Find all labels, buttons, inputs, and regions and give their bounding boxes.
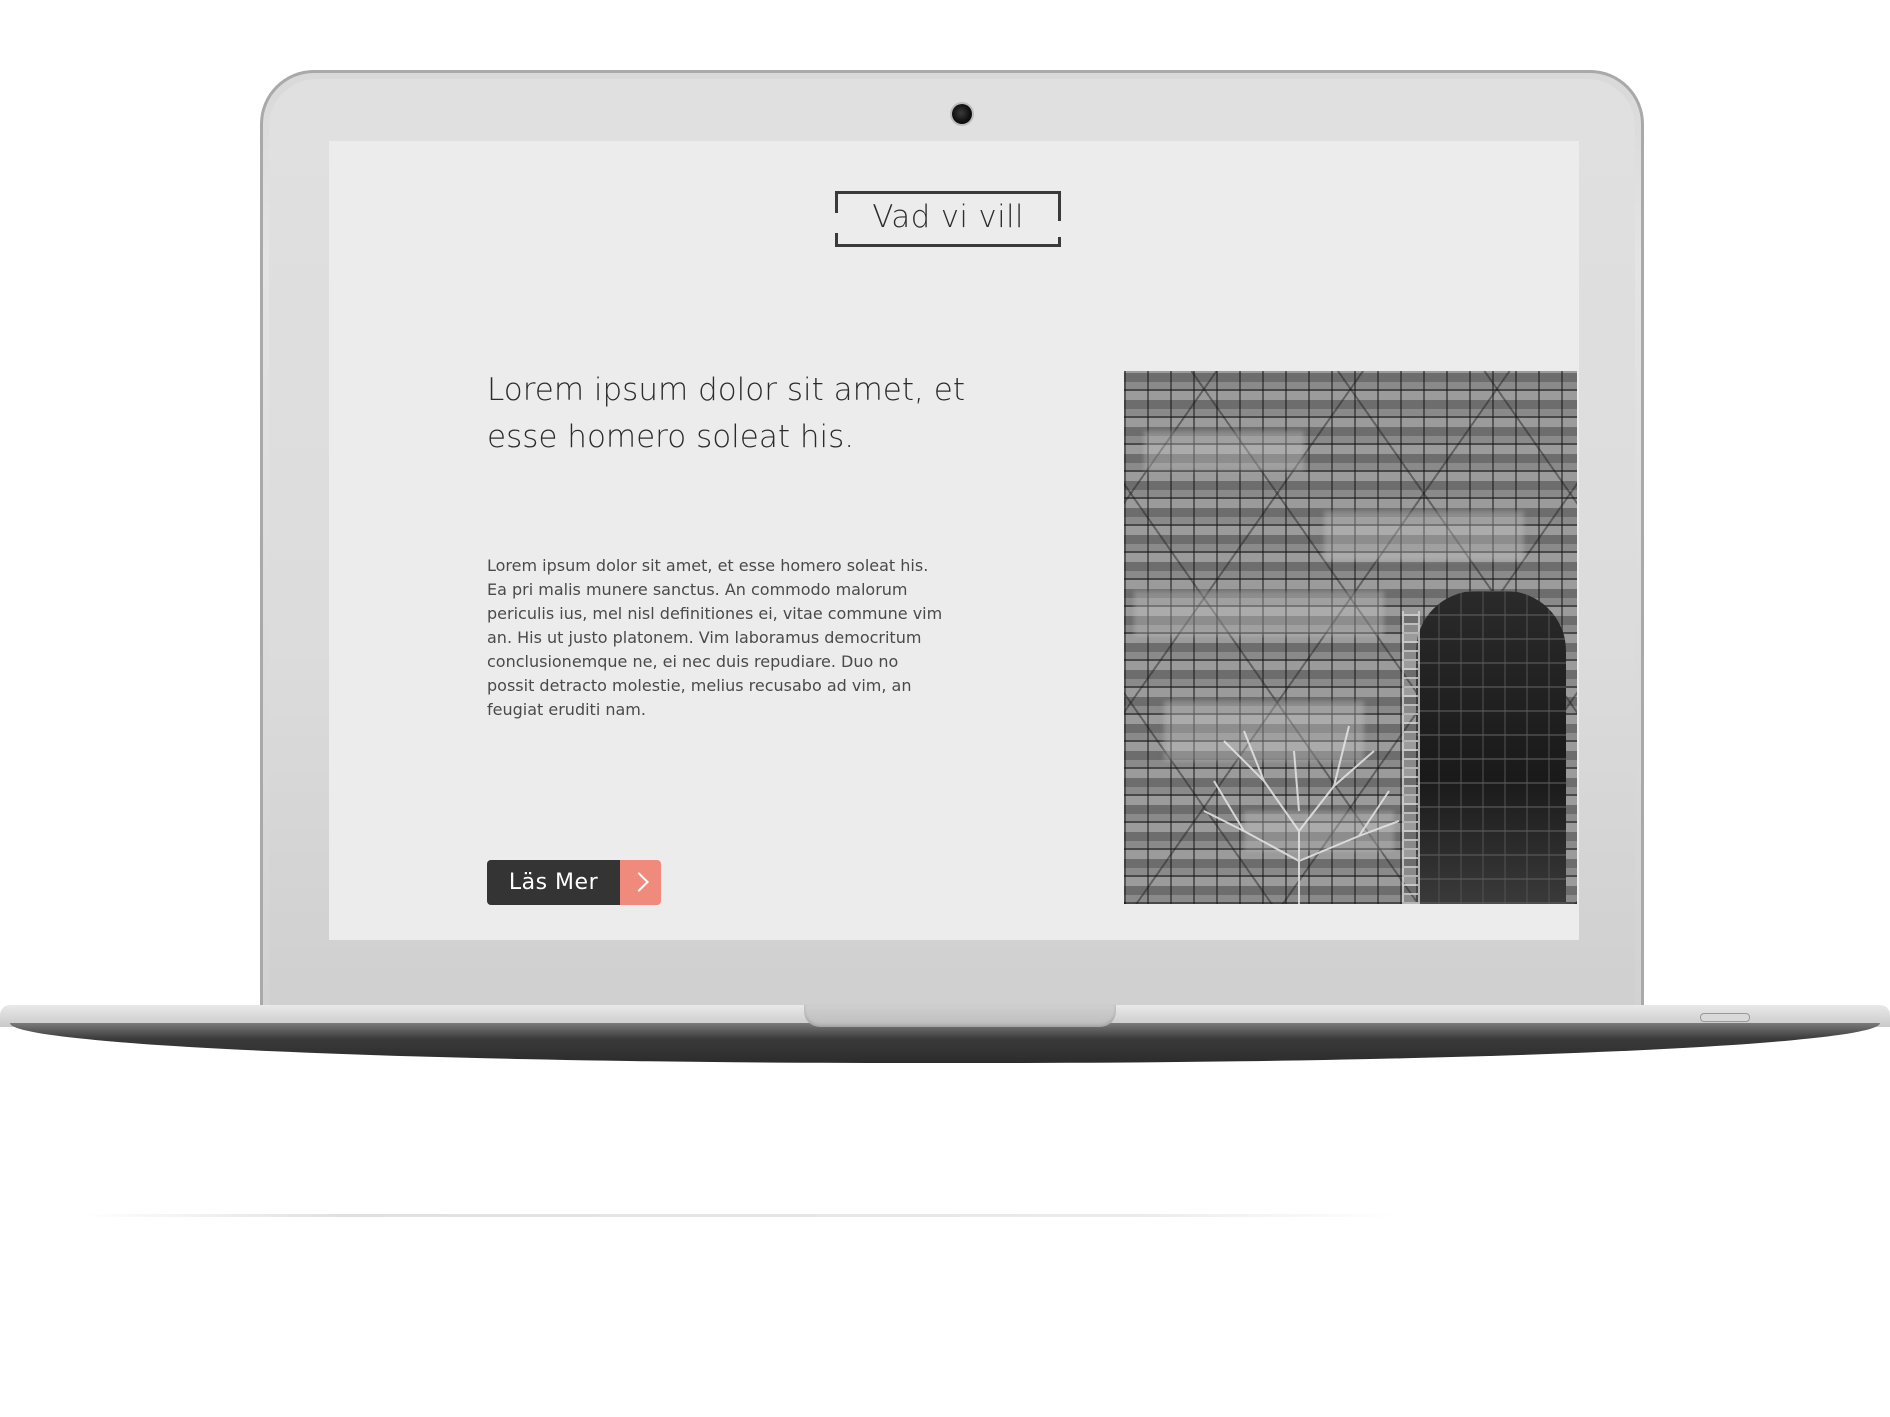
chevron-right-icon (620, 860, 661, 905)
read-more-label: Läs Mer (487, 860, 620, 905)
laptop-base (0, 1005, 1890, 1063)
floor-shadow (80, 1214, 1400, 1217)
building-opening (1416, 591, 1566, 904)
title-frame-left (835, 191, 838, 213)
title-frame-top (835, 191, 1061, 194)
laptop-screen: Vad vi vill Lorem ipsum dolor sit amet, … (329, 141, 1579, 940)
body-paragraph: Lorem ipsum dolor sit amet, et esse home… (487, 556, 943, 719)
base-bottom (10, 1023, 1880, 1063)
usb-port-icon (1700, 1013, 1750, 1022)
photo-texture (1134, 591, 1384, 636)
section-title-text: Vad vi vill (872, 199, 1024, 235)
title-frame-left-bottom (835, 233, 838, 247)
hinge-notch (804, 1005, 1116, 1027)
webcam-icon (952, 104, 972, 124)
headline: Lorem ipsum dolor sit amet, et esse home… (487, 372, 965, 455)
title-frame-bottom (835, 244, 1061, 247)
title-frame-right (1058, 191, 1061, 221)
photo-texture (1144, 431, 1304, 471)
scaffolding-building-photo (1124, 371, 1577, 904)
title-frame-right-bottom (1058, 237, 1061, 247)
read-more-button[interactable]: Läs Mer (487, 860, 661, 905)
photo-texture (1324, 511, 1524, 561)
tree-branches (1203, 725, 1400, 904)
section-title: Vad vi vill (835, 191, 1061, 247)
